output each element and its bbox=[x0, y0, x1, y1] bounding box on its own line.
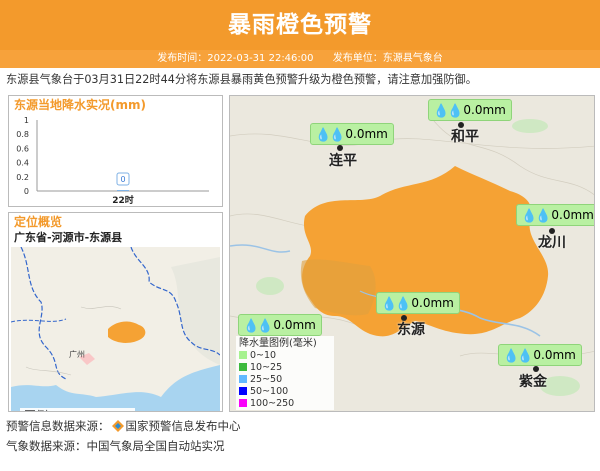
y-tick-label: 0.4 bbox=[16, 159, 29, 168]
location-panel-title: 定位概览 bbox=[14, 215, 63, 229]
rain-legend-item: 10~25 bbox=[239, 362, 331, 374]
y-tick-label: 0.2 bbox=[16, 173, 29, 182]
warning-map[interactable]: 连平 💧💧 0.0mm 和平 💧💧 0.0mm 龙川 💧💧 0.0mm 东源 💧💧 0.… bbox=[229, 95, 595, 412]
city-label-lianping: 连平 bbox=[329, 153, 357, 169]
legend-title: 图例 bbox=[20, 408, 135, 411]
warn-source-link[interactable]: 国家预警信息发布中心 bbox=[126, 419, 241, 433]
warning-description: 东源县气象台于03月31日22时44分将东源县暴雨黄色预警升级为橙色预警，请注意… bbox=[6, 73, 477, 86]
location-panel: 定位概览 广东省-河源市-东源县 广州 图例 国界 省界 bbox=[8, 212, 223, 412]
overview-map[interactable]: 广州 图例 国界 省界 bbox=[11, 247, 220, 411]
rain-drops-icon: 💧💧 bbox=[433, 104, 463, 119]
city-label-zijin: 紫金 bbox=[519, 374, 547, 390]
rain-drops-icon: 💧💧 bbox=[381, 297, 411, 312]
rain-drops-icon: 💧💧 bbox=[315, 128, 345, 143]
rain-legend-item: 100~250 bbox=[239, 398, 331, 410]
rain-drops-icon: 💧💧 bbox=[243, 319, 273, 334]
warning-page: 暴雨橙色预警 发布时间：2022-03-31 22:46:00 发布单位：东源县… bbox=[0, 0, 600, 471]
station-lianping[interactable]: 💧💧 0.0mm bbox=[310, 123, 394, 145]
station-dongyuan[interactable]: 💧💧 0.0mm bbox=[376, 292, 460, 314]
city-label-longchuan: 龙川 bbox=[538, 235, 566, 251]
rain-legend: 降水量图例(毫米) 0~10 10~25 25~50 50~100 100~25… bbox=[236, 336, 334, 410]
rain-bar bbox=[117, 190, 129, 191]
rain-legend-title: 降水量图例(毫米) bbox=[239, 338, 317, 349]
y-tick-label: 1 bbox=[24, 116, 29, 125]
rain-chart: 0 0.2 0.4 0.6 0.8 1 0 22时 bbox=[16, 116, 209, 206]
station-heping[interactable]: 💧💧 0.0mm bbox=[428, 99, 512, 121]
meta-bar: 发布时间：2022-03-31 22:46:00 发布单位：东源县气象台 bbox=[0, 50, 600, 68]
rain-legend-item: 50~100 bbox=[239, 386, 331, 398]
overview-legend: 图例 国界 省界 bbox=[20, 408, 135, 411]
nmc-logo-icon bbox=[111, 420, 124, 432]
publisher: 发布单位：东源县气象台 bbox=[332, 53, 443, 64]
x-tick-label: 22时 bbox=[112, 194, 134, 206]
city-label-heping: 和平 bbox=[451, 129, 479, 145]
page-title: 暴雨橙色预警 bbox=[0, 0, 600, 50]
weather-source: 气象数据来源：中国气象局全国自动站实况 bbox=[6, 439, 225, 453]
station-zijin[interactable]: 💧💧 0.0mm bbox=[498, 344, 582, 366]
warn-source: 预警信息数据来源： 国家预警信息发布中心 bbox=[6, 419, 241, 433]
city-label-dongyuan: 东源 bbox=[397, 322, 425, 338]
rain-panel-title: 东源当地降水实况(mm) bbox=[14, 98, 146, 112]
rain-legend-item: 0~10 bbox=[239, 350, 331, 362]
rain-drops-icon: 💧💧 bbox=[521, 209, 551, 224]
minimap-label-guangzhou: 广州 bbox=[69, 349, 85, 359]
data-label: 0 bbox=[120, 175, 125, 184]
location-path: 广东省-河源市-东源县 bbox=[14, 231, 123, 244]
station-unnamed[interactable]: 💧💧 0.0mm bbox=[238, 314, 322, 336]
y-tick-label: 0.6 bbox=[16, 144, 29, 153]
rain-drops-icon: 💧💧 bbox=[503, 349, 533, 364]
publish-time: 发布时间：2022-03-31 22:46:00 bbox=[157, 53, 314, 64]
y-tick-label: 0.8 bbox=[16, 130, 29, 139]
rain-legend-item: 25~50 bbox=[239, 374, 331, 386]
station-longchuan[interactable]: 💧💧 0.0mm bbox=[516, 204, 594, 226]
y-tick-label: 0 bbox=[24, 187, 29, 196]
rain-panel: 东源当地降水实况(mm) 0 0.2 0.4 0.6 0.8 1 0 22时 bbox=[8, 95, 223, 207]
